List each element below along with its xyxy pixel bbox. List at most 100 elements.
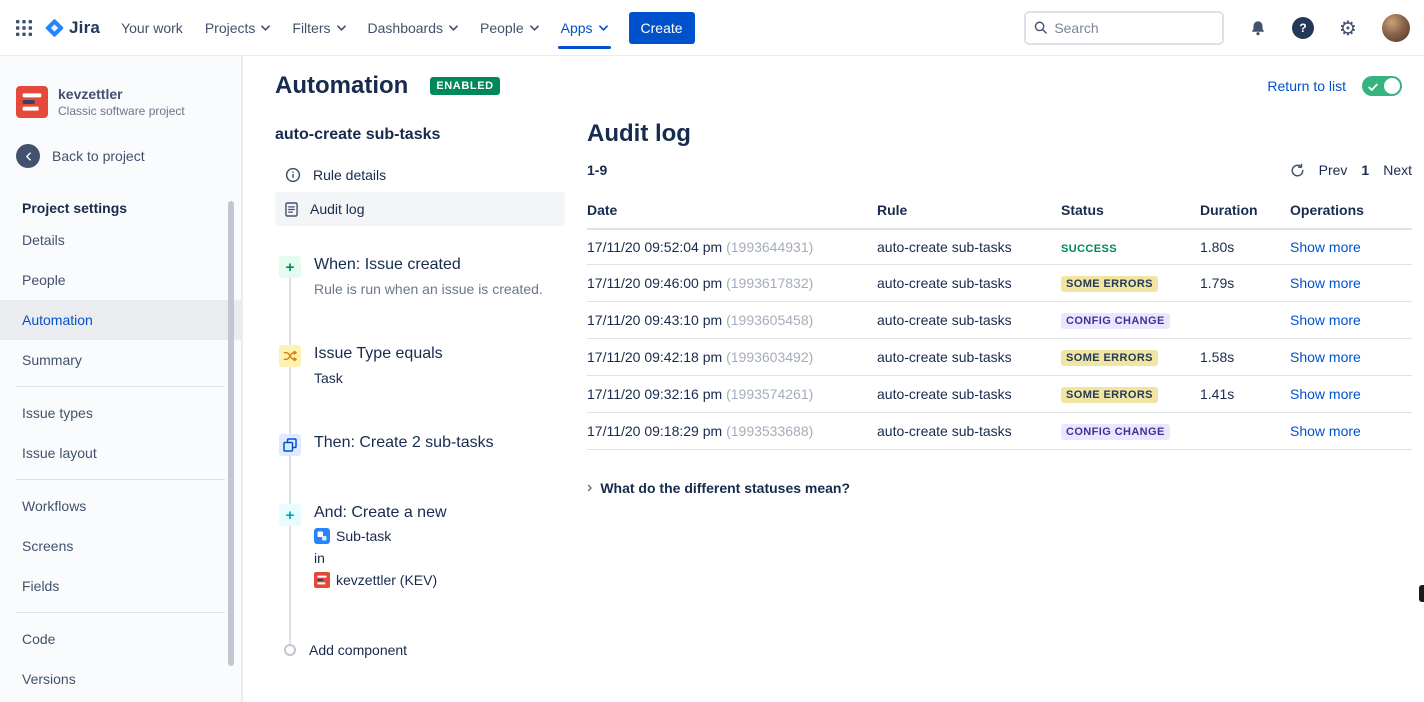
show-more-link[interactable]: Show more xyxy=(1290,275,1361,291)
jira-logo[interactable]: Jira xyxy=(40,18,110,38)
chevron-down-icon xyxy=(261,25,270,31)
project-type: Classic software project xyxy=(58,104,185,118)
audit-date-cell: 17/11/20 09:46:00 pm (1993617832) xyxy=(587,275,877,291)
nav-apps[interactable]: Apps xyxy=(550,0,619,56)
search-input[interactable] xyxy=(1054,20,1214,36)
show-more-link[interactable]: Show more xyxy=(1290,386,1361,402)
back-to-project[interactable]: Back to project xyxy=(0,144,241,168)
sidebar-item-label: Fields xyxy=(22,578,59,594)
audit-status-cell: SOME ERRORS xyxy=(1061,385,1200,403)
sidebar-divider xyxy=(16,386,225,387)
return-to-list-link[interactable]: Return to list xyxy=(1267,78,1346,94)
sidebar-item-label: Issue types xyxy=(22,405,93,421)
status-badge: SOME ERRORS xyxy=(1061,387,1158,403)
chevron-down-icon xyxy=(599,25,608,31)
sidebar-item-issue-types[interactable]: Issue types xyxy=(0,393,241,433)
rule-enabled-toggle[interactable] xyxy=(1362,76,1402,96)
back-arrow-icon xyxy=(16,144,40,168)
sidebar-item-summary[interactable]: Summary xyxy=(0,340,241,380)
app-switcher-grid-icon xyxy=(16,20,32,36)
sidebar-item-people[interactable]: People xyxy=(0,260,241,300)
project-title-block: kevzettler Classic software project xyxy=(58,86,185,118)
tab-audit-log[interactable]: Audit log xyxy=(275,192,565,226)
sidebar-item-automation[interactable]: Automation xyxy=(0,300,241,340)
show-more-link[interactable]: Show more xyxy=(1290,423,1361,439)
nav-dashboards[interactable]: Dashboards xyxy=(357,0,470,56)
prev-page-button[interactable]: Prev xyxy=(1319,162,1348,178)
audit-date-cell: 17/11/20 09:42:18 pm (1993603492) xyxy=(587,349,877,365)
pagination: Prev 1 Next xyxy=(1290,162,1412,178)
app-switcher-button[interactable] xyxy=(8,12,40,44)
audit-rule: auto-create sub-tasks xyxy=(877,423,1061,439)
nav-filters[interactable]: Filters xyxy=(281,0,356,56)
audit-date: 17/11/20 09:42:18 pm xyxy=(587,349,722,365)
result-range: 1-9 xyxy=(587,162,607,178)
global-search[interactable] xyxy=(1024,11,1224,45)
create-button[interactable]: Create xyxy=(629,12,695,44)
statuses-expander[interactable]: › What do the different statuses mean? xyxy=(587,480,1412,496)
enabled-badge: ENABLED xyxy=(430,77,499,95)
next-page-button[interactable]: Next xyxy=(1383,162,1412,178)
audit-ref: (1993617832) xyxy=(726,275,813,291)
help-button[interactable]: ? xyxy=(1292,17,1314,39)
rule-trigger-component[interactable]: + When: Issue created Rule is run when a… xyxy=(275,256,565,297)
status-badge: CONFIG CHANGE xyxy=(1061,424,1170,440)
project-avatar-mini-icon xyxy=(314,572,330,588)
audit-status-cell: CONFIG CHANGE xyxy=(1061,422,1200,440)
refresh-button[interactable] xyxy=(1290,163,1305,178)
tab-rule-details[interactable]: Rule details xyxy=(275,158,565,192)
show-more-link[interactable]: Show more xyxy=(1290,312,1361,328)
audit-table-header: Date Rule Status Duration Operations xyxy=(587,192,1412,230)
add-component-button[interactable]: Add component xyxy=(275,642,565,658)
sidebar-item-workflows[interactable]: Workflows xyxy=(0,486,241,526)
status-badge: SOME ERRORS xyxy=(1061,350,1158,366)
show-more-link[interactable]: Show more xyxy=(1290,239,1361,255)
content-columns: auto-create sub-tasks Rule details Audit… xyxy=(243,100,1424,658)
branch-title: And: Create a new xyxy=(314,504,447,522)
rule-panel: auto-create sub-tasks Rule details Audit… xyxy=(275,120,565,658)
sidebar-item-details[interactable]: Details xyxy=(0,220,241,260)
nav-projects[interactable]: Projects xyxy=(194,0,282,56)
sidebar-item-label: Automation xyxy=(22,312,93,328)
project-settings-sidebar: kevzettler Classic software project Back… xyxy=(0,56,243,702)
sidebar-item-fields[interactable]: Fields xyxy=(0,566,241,606)
statuses-question-label: What do the different statuses mean? xyxy=(600,480,850,496)
nav-people[interactable]: People xyxy=(469,0,550,56)
audit-table: Date Rule Status Duration Operations 17/… xyxy=(587,192,1412,450)
rule-name: auto-create sub-tasks xyxy=(275,126,565,144)
settings-button[interactable]: ⚙ xyxy=(1332,12,1364,44)
audit-status-cell: CONFIG CHANGE xyxy=(1061,311,1200,329)
audit-ref: (1993574261) xyxy=(726,386,813,402)
add-component-label: Add component xyxy=(309,642,407,658)
show-more-link[interactable]: Show more xyxy=(1290,349,1361,365)
trigger-text: When: Issue created Rule is run when an … xyxy=(314,256,543,297)
action-title: Then: Create 2 sub-tasks xyxy=(314,434,494,452)
sidebar-item-versions[interactable]: Versions xyxy=(0,659,241,699)
branch-type-label: Sub-task xyxy=(336,528,391,544)
branch-in-label: in xyxy=(314,550,325,566)
audit-date: 17/11/20 09:18:29 pm xyxy=(587,423,722,439)
rule-condition-component[interactable]: Issue Type equals Task xyxy=(275,345,565,386)
current-page[interactable]: 1 xyxy=(1361,162,1369,178)
nav-your-work[interactable]: Your work xyxy=(110,0,194,56)
status-badge: SUCCESS xyxy=(1061,243,1117,255)
chevron-down-icon xyxy=(530,25,539,31)
info-icon xyxy=(285,167,301,183)
rule-action-component[interactable]: Then: Create 2 sub-tasks xyxy=(275,434,565,456)
audit-date-cell: 17/11/20 09:43:10 pm (1993605458) xyxy=(587,312,877,328)
chevron-down-icon xyxy=(449,25,458,31)
branch-plus-icon: + xyxy=(279,504,301,526)
user-avatar[interactable] xyxy=(1382,14,1410,42)
sidebar-scrollbar[interactable] xyxy=(228,201,234,666)
audit-status-cell: SOME ERRORS xyxy=(1061,348,1200,366)
rule-components-timeline: + When: Issue created Rule is run when a… xyxy=(275,256,565,658)
trigger-plus-icon: + xyxy=(279,256,301,278)
notifications-button[interactable] xyxy=(1242,12,1274,44)
rule-branch-component[interactable]: + And: Create a new Sub-task in kevzettl… xyxy=(275,504,565,588)
audit-operations-cell: Show more xyxy=(1290,275,1412,291)
sidebar-item-screens[interactable]: Screens xyxy=(0,526,241,566)
sidebar-item-label: People xyxy=(22,272,66,288)
sidebar-item-code[interactable]: Code xyxy=(0,619,241,659)
sidebar-item-issue-layout[interactable]: Issue layout xyxy=(0,433,241,473)
condition-branch-icon xyxy=(279,345,301,367)
